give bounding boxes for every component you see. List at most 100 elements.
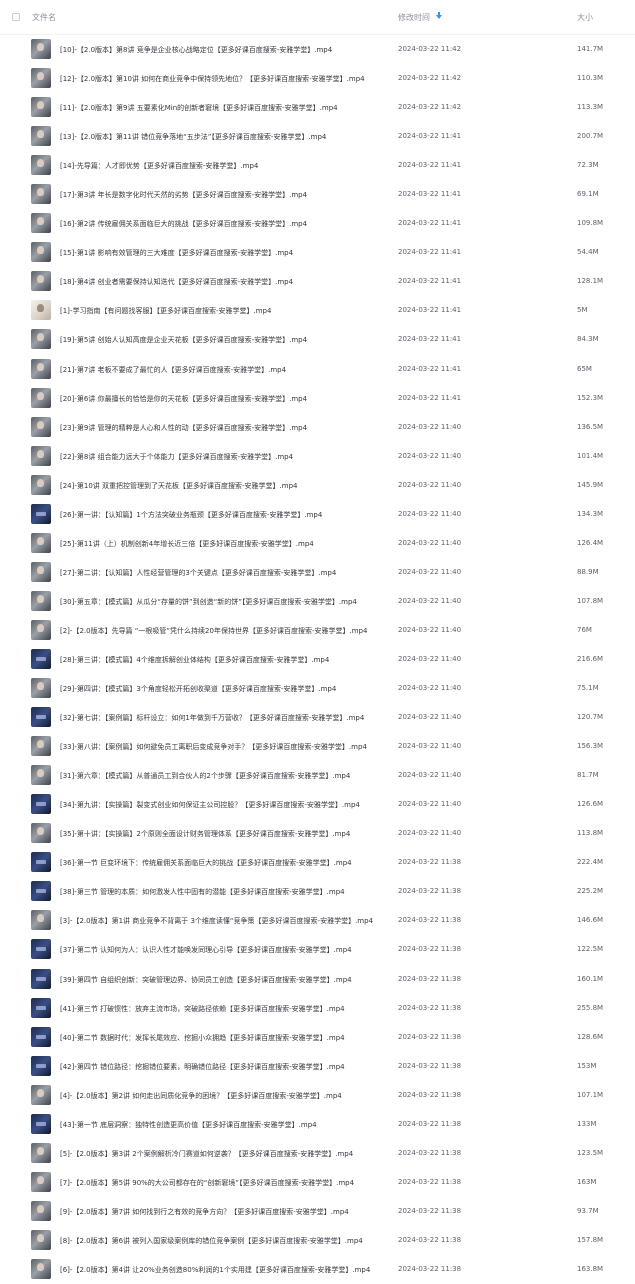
file-name[interactable]: [21]-第7讲 老板不要成了最忙的人【更多好课百度搜索-安雅学堂】.mp4 [60, 365, 286, 375]
file-name[interactable]: [20]-第6讲 你最擅长的恰恰是你的天花板【更多好课百度搜索-安雅学堂】.mp… [60, 394, 307, 404]
table-row[interactable]: [12]-【2.0版本】第10讲 如何在商业竞争中保持领先地位？【更多好课百度搜… [0, 64, 635, 93]
table-row[interactable]: [39]-第四节 自组织创新：突破管理边界、协同员工创造【更多好课百度搜索-安雅… [0, 965, 635, 994]
table-row[interactable]: [20]-第6讲 你最擅长的恰恰是你的天花板【更多好课百度搜索-安雅学堂】.mp… [0, 384, 635, 413]
file-size: 109.8M [577, 219, 604, 228]
file-name[interactable]: [3]-【2.0版本】第1讲 商业竞争不背离于 3个维度读懂“竞争策【更多好课百… [60, 916, 373, 926]
table-row[interactable]: [5]-【2.0版本】第3讲 2个案例解析冷门赛道如何逆袭？【更多好课百度搜索-… [0, 1139, 635, 1168]
video-thumbnail-icon [31, 1171, 51, 1192]
video-thumbnail-icon [31, 39, 51, 59]
file-name[interactable]: [5]-【2.0版本】第3讲 2个案例解析冷门赛道如何逆袭？【更多好课百度搜索-… [60, 1149, 353, 1159]
table-row[interactable]: [41]-第三节 打破惯性：放弃主流市场，突破路径依赖【更多好课百度搜索-安雅学… [0, 994, 635, 1023]
table-row[interactable]: [16]-第2讲 传统雇佣关系面临巨大的挑战【更多好课百度搜索-安雅学堂】.mp… [0, 209, 635, 238]
file-name[interactable]: [29]-第四讲：【模式篇】3个角度轻松开拓创收渠道【更多好课百度搜索-安雅学堂… [60, 684, 336, 694]
table-row[interactable]: [18]-第4讲 创业者需要保持认知迭代【更多好课百度搜索-安雅学堂】.mp4 2… [0, 267, 635, 296]
file-name[interactable]: [22]-第8讲 组合能力远大于个体能力【更多好课百度搜索-安雅学堂】.mp4 [60, 452, 293, 462]
table-row[interactable]: [35]-第十讲：【实操篇】2个原则全面设计财务管理体系【更多好课百度搜索-安雅… [0, 819, 635, 848]
video-thumbnail-icon [31, 1142, 51, 1163]
table-row[interactable]: [34]-第九讲：【实操篇】裂变式创业如何保证主公司控股？【更多好课百度搜索-安… [0, 790, 635, 819]
file-name[interactable]: [24]-第10讲 双重把控管理到了天花板【更多好课百度搜索-安雅学堂】.mp4 [60, 481, 298, 491]
file-name[interactable]: [15]-第1讲 影响有效管理的三大难度【更多好课百度搜索-安雅学堂】.mp4 [60, 248, 293, 258]
file-name[interactable]: [13]-【2.0版本】第11讲 错位竞争落地“五步法”【更多好课百度搜索-安雅… [60, 132, 326, 142]
file-name[interactable]: [2]-【2.0版本】先导篇 “一根吸管”凭什么持续20年保持世界【更多好课百度… [60, 626, 367, 636]
table-row[interactable]: [27]-第二讲：【认知篇】人性经营管理的3个关键点【更多好课百度搜索-安雅学堂… [0, 558, 635, 587]
file-name[interactable]: [19]-第5讲 创始人认知高度是企业天花板【更多好课百度搜索-安雅学堂】.mp… [60, 335, 307, 345]
file-name[interactable]: [32]-第七讲：【案例篇】标杆设立：如何1年做到千万营收？【更多好课百度搜索-… [60, 713, 364, 723]
table-row[interactable]: [36]-第一节 巨变环境下：传统雇佣关系面临巨大的挑战【更多好课百度搜索-安雅… [0, 848, 635, 877]
file-name[interactable]: [39]-第四节 自组织创新：突破管理边界、协同员工创造【更多好课百度搜索-安雅… [60, 975, 352, 985]
file-name[interactable]: [43]-第一节 底层洞察：独特性创造更高价值【更多好课百度搜索-安雅学堂】.m… [60, 1120, 317, 1130]
table-row[interactable]: [1]-学习指南【有问题找客服】【更多好课百度搜索-安雅学堂】.mp4 2024-… [0, 296, 635, 325]
file-name[interactable]: [11]-【2.0版本】第9讲 五要素化Min的创新者窘境【更多好课百度搜索-安… [60, 103, 338, 113]
file-name[interactable]: [40]-第二节 数据时代：发挥长尾效应、挖掘小众拥趋【更多好课百度搜索-安雅学… [60, 1033, 345, 1043]
file-modified-time: 2024-03-22 11:41 [398, 364, 462, 373]
table-row[interactable]: [40]-第二节 数据时代：发挥长尾效应、挖掘小众拥趋【更多好课百度搜索-安雅学… [0, 1023, 635, 1052]
table-row[interactable]: [14]-先导篇：人才即优势【更多好课百度搜索-安雅学堂】.mp4 2024-03… [0, 151, 635, 180]
table-row[interactable]: [32]-第七讲：【案例篇】标杆设立：如何1年做到千万营收？【更多好课百度搜索-… [0, 703, 635, 732]
table-row[interactable]: [7]-【2.0版本】第5讲 90%的大公司都存在的“创新窘境”【更多好课百度搜… [0, 1168, 635, 1197]
file-name[interactable]: [4]-【2.0版本】第2讲 如何走出同质化竞争的困境？【更多好课百度搜索-安雅… [60, 1091, 342, 1101]
file-name[interactable]: [33]-第八讲：【案例篇】如何避免员工离职后变成竞争对手？【更多好课百度搜索-… [60, 742, 367, 752]
table-row[interactable]: [31]-第六章：【模式篇】从普通员工到合伙人的2个步骤【更多好课百度搜索-安雅… [0, 761, 635, 790]
file-size: 84.3M [577, 335, 599, 344]
select-all-checkbox[interactable] [12, 13, 20, 21]
file-name[interactable]: [16]-第2讲 传统雇佣关系面临巨大的挑战【更多好课百度搜索-安雅学堂】.mp… [60, 219, 307, 229]
file-name[interactable]: [28]-第三讲：【模式篇】4个维度拆解创业体结构【更多好课百度搜索-安雅学堂】… [60, 655, 329, 665]
table-row[interactable]: [13]-【2.0版本】第11讲 错位竞争落地“五步法”【更多好课百度搜索-安雅… [0, 122, 635, 151]
table-row[interactable]: [37]-第二节 认知何为人：认识人性才能唤发同理心引导【更多好课百度搜索-安雅… [0, 935, 635, 964]
file-name[interactable]: [27]-第二讲：【认知篇】人性经营管理的3个关键点【更多好课百度搜索-安雅学堂… [60, 568, 336, 578]
table-row[interactable]: [21]-第7讲 老板不要成了最忙的人【更多好课百度搜索-安雅学堂】.mp4 20… [0, 355, 635, 384]
table-row[interactable]: [23]-第9讲 管理的精粹是人心和人性的动【更多好课百度搜索-安雅学堂】.mp… [0, 413, 635, 442]
file-name[interactable]: [7]-【2.0版本】第5讲 90%的大公司都存在的“创新窘境”【更多好课百度搜… [60, 1178, 354, 1188]
table-row[interactable]: [24]-第10讲 双重把控管理到了天花板【更多好课百度搜索-安雅学堂】.mp4… [0, 471, 635, 500]
file-name[interactable]: [14]-先导篇：人才即优势【更多好课百度搜索-安雅学堂】.mp4 [60, 161, 258, 171]
file-name[interactable]: [12]-【2.0版本】第10讲 如何在商业竞争中保持领先地位？【更多好课百度搜… [60, 74, 365, 84]
file-modified-time: 2024-03-22 11:38 [398, 858, 462, 867]
file-name[interactable]: [6]-【2.0版本】第4讲 让20%业务创造80%利润的1个实用建【更多好课百… [60, 1265, 370, 1275]
file-name[interactable]: [41]-第三节 打破惯性：放弃主流市场，突破路径依赖【更多好课百度搜索-安雅学… [60, 1004, 345, 1014]
file-name[interactable]: [30]-第五章：【模式篇】从瓜分“存量的饼”到创造“新的饼”【更多好课百度搜索… [60, 597, 357, 607]
table-row[interactable]: [43]-第一节 底层洞察：独特性创造更高价值【更多好课百度搜索-安雅学堂】.m… [0, 1110, 635, 1139]
column-header-modified[interactable]: 修改时间 [398, 11, 442, 23]
file-name[interactable]: [9]-【2.0版本】第7讲 如何找到行之有效的竞争方向？【更多好课百度搜索-安… [60, 1207, 349, 1217]
table-row[interactable]: [8]-【2.0版本】第6讲 被列入国家级案例库的错位竞争案例【更多好课百度搜索… [0, 1226, 635, 1255]
file-name[interactable]: [42]-第四节 错位路径：挖掘错位要素，明确错位路径【更多好课百度搜索-安雅学… [60, 1062, 345, 1072]
file-name[interactable]: [26]-第一讲：【认知篇】1个方法突破业务瓶颈【更多好课百度搜索-安雅学堂】.… [60, 510, 322, 520]
table-row[interactable]: [42]-第四节 错位路径：挖掘错位要素，明确错位路径【更多好课百度搜索-安雅学… [0, 1052, 635, 1081]
table-row[interactable]: [4]-【2.0版本】第2讲 如何走出同质化竞争的困境？【更多好课百度搜索-安雅… [0, 1081, 635, 1110]
table-row[interactable]: [15]-第1讲 影响有效管理的三大难度【更多好课百度搜索-安雅学堂】.mp4 2… [0, 238, 635, 267]
table-row[interactable]: [29]-第四讲：【模式篇】3个角度轻松开拓创收渠道【更多好课百度搜索-安雅学堂… [0, 674, 635, 703]
table-row[interactable]: [19]-第5讲 创始人认知高度是企业天花板【更多好课百度搜索-安雅学堂】.mp… [0, 325, 635, 354]
file-name[interactable]: [35]-第十讲：【实操篇】2个原则全面设计财务管理体系【更多好课百度搜索-安雅… [60, 829, 350, 839]
file-name[interactable]: [36]-第一节 巨变环境下：传统雇佣关系面临巨大的挑战【更多好课百度搜索-安雅… [60, 858, 352, 868]
table-row[interactable]: [2]-【2.0版本】先导篇 “一根吸管”凭什么持续20年保持世界【更多好课百度… [0, 616, 635, 645]
sort-descending-icon[interactable] [436, 11, 442, 19]
file-size: 145.9M [577, 480, 604, 489]
table-row[interactable]: [10]-【2.0版本】第8讲 竞争是企业核心战略定位【更多好课百度搜索-安雅学… [0, 35, 635, 64]
column-header-name[interactable]: 文件名 [32, 12, 56, 23]
file-name[interactable]: [25]-第11讲（上）机制创新4年增长近三倍【更多好课百度搜索-安雅学堂】.m… [60, 539, 314, 549]
file-name[interactable]: [1]-学习指南【有问题找客服】【更多好课百度搜索-安雅学堂】.mp4 [60, 306, 271, 316]
file-name[interactable]: [38]-第三节 管理的本质：如何激发人性中固有的潜能【更多好课百度搜索-安雅学… [60, 887, 345, 897]
table-row[interactable]: [26]-第一讲：【认知篇】1个方法突破业务瓶颈【更多好课百度搜索-安雅学堂】.… [0, 500, 635, 529]
table-row[interactable]: [17]-第3讲 年长是数字化时代天然的劣势【更多好课百度搜索-安雅学堂】.mp… [0, 180, 635, 209]
table-row[interactable]: [30]-第五章：【模式篇】从瓜分“存量的饼”到创造“新的饼”【更多好课百度搜索… [0, 587, 635, 616]
table-row[interactable]: [9]-【2.0版本】第7讲 如何找到行之有效的竞争方向？【更多好课百度搜索-安… [0, 1197, 635, 1226]
file-name[interactable]: [23]-第9讲 管理的精粹是人心和人性的动【更多好课百度搜索-安雅学堂】.mp… [60, 423, 307, 433]
file-name[interactable]: [34]-第九讲：【实操篇】裂变式创业如何保证主公司控股？【更多好课百度搜索-安… [60, 800, 360, 810]
file-name[interactable]: [8]-【2.0版本】第6讲 被列入国家级案例库的错位竞争案例【更多好课百度搜索… [60, 1236, 363, 1246]
file-size: 76M [577, 625, 592, 634]
table-row[interactable]: [33]-第八讲：【案例篇】如何避免员工离职后变成竞争对手？【更多好课百度搜索-… [0, 732, 635, 761]
table-row[interactable]: [38]-第三节 管理的本质：如何激发人性中固有的潜能【更多好课百度搜索-安雅学… [0, 877, 635, 906]
table-row[interactable]: [28]-第三讲：【模式篇】4个维度拆解创业体结构【更多好课百度搜索-安雅学堂】… [0, 645, 635, 674]
file-size: 128.6M [577, 1032, 604, 1041]
table-row[interactable]: [3]-【2.0版本】第1讲 商业竞争不背离于 3个维度读懂“竞争策【更多好课百… [0, 906, 635, 935]
file-name[interactable]: [31]-第六章：【模式篇】从普通员工到合伙人的2个步骤【更多好课百度搜索-安雅… [60, 771, 350, 781]
file-name[interactable]: [17]-第3讲 年长是数字化时代天然的劣势【更多好课百度搜索-安雅学堂】.mp… [60, 190, 307, 200]
table-row[interactable]: [22]-第8讲 组合能力远大于个体能力【更多好课百度搜索-安雅学堂】.mp4 2… [0, 442, 635, 471]
file-name[interactable]: [10]-【2.0版本】第8讲 竞争是企业核心战略定位【更多好课百度搜索-安雅学… [60, 45, 332, 55]
table-row[interactable]: [25]-第11讲（上）机制创新4年增长近三倍【更多好课百度搜索-安雅学堂】.m… [0, 529, 635, 558]
file-name[interactable]: [37]-第二节 认知何为人：认识人性才能唤发同理心引导【更多好课百度搜索-安雅… [60, 945, 352, 955]
column-header-size[interactable]: 大小 [577, 12, 593, 23]
table-row[interactable]: [11]-【2.0版本】第9讲 五要素化Min的创新者窘境【更多好课百度搜索-安… [0, 93, 635, 122]
file-name[interactable]: [18]-第4讲 创业者需要保持认知迭代【更多好课百度搜索-安雅学堂】.mp4 [60, 277, 293, 287]
